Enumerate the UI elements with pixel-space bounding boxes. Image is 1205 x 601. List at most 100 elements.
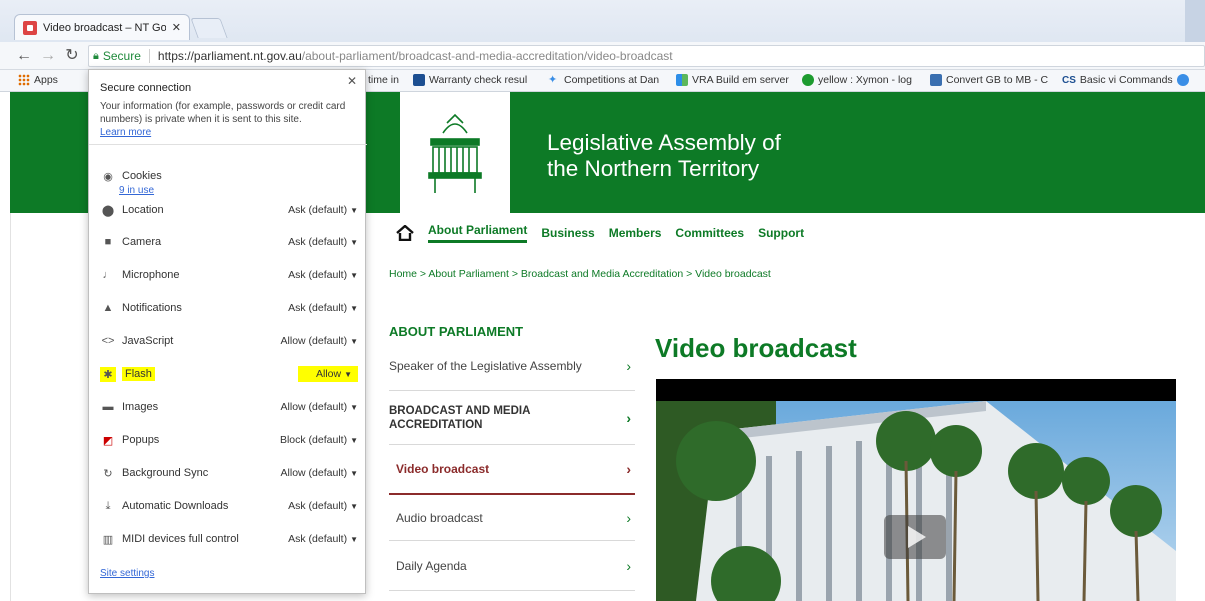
bookmark-label: Basic vi Commands	[1079, 74, 1173, 86]
video-player[interactable]	[656, 379, 1176, 601]
dropdown-arrow-icon: ▼	[350, 436, 358, 445]
dropdown-arrow-icon: ▼	[350, 238, 358, 247]
perm-label: Background Sync	[122, 467, 209, 479]
image-icon: ▬	[102, 401, 114, 413]
perm-row-notifications[interactable]: ▲ Notifications Ask (default) ▼	[100, 299, 358, 317]
star-favicon-icon: ✦	[548, 74, 558, 86]
side-item-daily-agenda[interactable]: Daily Agenda ›	[389, 541, 635, 591]
side-item-label: Video broadcast	[396, 462, 490, 476]
bookmark-item[interactable]: VRA Build em server	[676, 74, 789, 86]
side-menu-title: ABOUT PARLIAMENT	[389, 324, 524, 339]
url-host: https://parliament.nt.gov.au	[157, 49, 302, 63]
perm-label: MIDI devices full control	[122, 533, 239, 545]
crest-logo[interactable]	[400, 92, 510, 213]
perm-row-background-sync[interactable]: ↻ Background Sync Allow (default) ▼	[100, 464, 358, 482]
perm-label: Cookies	[122, 170, 162, 182]
side-item-broadcast[interactable]: BROADCAST AND MEDIA ACCREDITATION ›	[389, 391, 635, 445]
apps-grid-icon	[18, 74, 30, 86]
nav-business[interactable]: Business	[541, 226, 594, 240]
nav-members[interactable]: Members	[609, 226, 662, 240]
perm-select[interactable]: Allow (default) ▼	[281, 467, 358, 479]
perm-row-javascript[interactable]: <> JavaScript Allow (default) ▼	[100, 332, 358, 350]
dropdown-arrow-icon: ▼	[350, 502, 358, 511]
perm-label: JavaScript	[122, 335, 174, 347]
site-title[interactable]: Legislative Assembly of the Northern Ter…	[547, 130, 781, 182]
nav-committees[interactable]: Committees	[675, 226, 744, 240]
bookmark-item[interactable]: Convert GB to MB - C	[930, 74, 1048, 86]
perm-row-microphone[interactable]: ♩ Microphone Ask (default) ▼	[100, 266, 359, 284]
browser-toolbar: ← → ↻ 🔒︎ Secure https://parliament.nt.go…	[0, 42, 1205, 70]
secure-indicator[interactable]: Secure	[103, 49, 150, 63]
bookmark-item[interactable]	[1177, 74, 1189, 86]
perm-row-automatic-downloads[interactable]: ⤓ Automatic Downloads Ask (default) ▼	[100, 497, 358, 515]
browser-tab[interactable]: Video broadcast – NT Go ✕	[14, 14, 190, 40]
site-settings-link[interactable]: Site settings	[100, 568, 154, 579]
perm-row-flash[interactable]: ✱ Flash Allow ▼	[100, 365, 358, 383]
perm-label: Flash	[122, 367, 298, 381]
convert-favicon-icon	[930, 74, 942, 86]
perm-select[interactable]: Ask (default) ▼	[288, 204, 358, 216]
new-tab-button[interactable]	[190, 18, 228, 38]
window-controls-area	[1185, 0, 1205, 42]
bookmark-item[interactable]: Warranty check resul	[413, 74, 527, 86]
perm-select[interactable]: Ask (default) ▼	[288, 236, 358, 248]
perm-select[interactable]: Block (default) ▼	[280, 434, 358, 446]
dropdown-arrow-icon: ▼	[350, 535, 358, 544]
site-info-popup: ✕ Secure connection Your information (fo…	[88, 69, 367, 594]
side-item-speaker[interactable]: Speaker of the Legislative Assembly ›	[389, 342, 635, 391]
bookmark-label: Warranty check resul	[429, 74, 528, 86]
nav-support[interactable]: Support	[758, 226, 804, 240]
page-title: Video broadcast	[655, 333, 857, 363]
bell-icon: ▲	[102, 302, 114, 314]
perm-value: Allow	[315, 368, 342, 380]
perm-row-cookies[interactable]: ◉ Cookies	[100, 167, 358, 185]
perm-select[interactable]: Allow (default) ▼	[281, 335, 358, 347]
bookmark-item[interactable]: ✦ Competitions at Dan	[548, 74, 659, 86]
side-item-label: Audio broadcast	[396, 510, 483, 525]
cs-favicon-icon: CS	[1062, 74, 1076, 86]
perm-row-location[interactable]: ⬤ Location Ask (default) ▼	[100, 201, 358, 219]
perm-select[interactable]: Ask (default) ▼	[288, 302, 358, 314]
tab-close-icon[interactable]: ✕	[172, 21, 181, 34]
perm-label: Microphone	[122, 269, 180, 281]
perm-select[interactable]: Ask (default) ▼	[288, 269, 358, 281]
nav-about-parliament[interactable]: About Parliament	[428, 223, 528, 243]
cookies-in-use-link[interactable]: 9 in use	[119, 185, 154, 196]
perm-row-midi[interactable]: ▥ MIDI devices full control Ask (default…	[100, 530, 358, 548]
lock-icon[interactable]: 🔒︎	[93, 50, 99, 63]
cookie-icon: ◉	[103, 170, 113, 183]
bookmark-item[interactable]: yellow : Xymon - log	[802, 74, 912, 86]
location-pin-icon: ⬤	[101, 204, 115, 217]
learn-more-link[interactable]: Learn more	[100, 127, 151, 138]
breadcrumb[interactable]: Home > About Parliament > Broadcast and …	[389, 268, 771, 280]
perm-row-camera[interactable]: ■ Camera Ask (default) ▼	[100, 233, 358, 251]
bookmark-favicon-icon	[413, 74, 425, 86]
video-thumbnail	[656, 401, 1176, 601]
close-icon[interactable]: ✕	[347, 74, 357, 88]
perm-label: Location	[122, 204, 164, 216]
dropdown-arrow-icon: ▼	[350, 206, 358, 215]
perm-select[interactable]: Allow ▼	[297, 366, 358, 382]
back-arrow-icon[interactable]: ←	[16, 47, 32, 65]
perm-select[interactable]: Ask (default) ▼	[288, 533, 358, 545]
bookmark-item[interactable]: time in	[368, 74, 399, 86]
windows-favicon-icon	[676, 74, 688, 86]
side-item-audio-broadcast[interactable]: Audio broadcast ›	[389, 495, 635, 541]
perm-select[interactable]: Allow (default) ▼	[281, 401, 358, 413]
apps-bookmark[interactable]: Apps	[18, 74, 58, 86]
home-icon[interactable]	[396, 225, 414, 241]
side-menu: Speaker of the Legislative Assembly › BR…	[389, 342, 635, 591]
bookmark-item[interactable]: CS Basic vi Commands	[1062, 74, 1173, 86]
side-item-video-broadcast[interactable]: Video broadcast ›	[389, 445, 635, 495]
address-bar[interactable]: 🔒︎ Secure https://parliament.nt.gov.au/a…	[88, 45, 1205, 67]
microphone-icon: ♩	[102, 269, 114, 281]
reload-icon[interactable]: ↻	[64, 47, 80, 65]
play-button[interactable]	[884, 515, 946, 559]
perm-row-popups[interactable]: ◩ Popups Block (default) ▼	[100, 431, 358, 449]
perm-row-images[interactable]: ▬ Images Allow (default) ▼	[100, 398, 359, 416]
chevron-right-icon: ›	[626, 509, 631, 526]
perm-select[interactable]: Ask (default) ▼	[288, 500, 358, 512]
forward-arrow-icon[interactable]: →	[40, 47, 56, 65]
site-title-line2: the Northern Territory	[547, 156, 760, 181]
midi-icon: ▥	[102, 533, 114, 546]
